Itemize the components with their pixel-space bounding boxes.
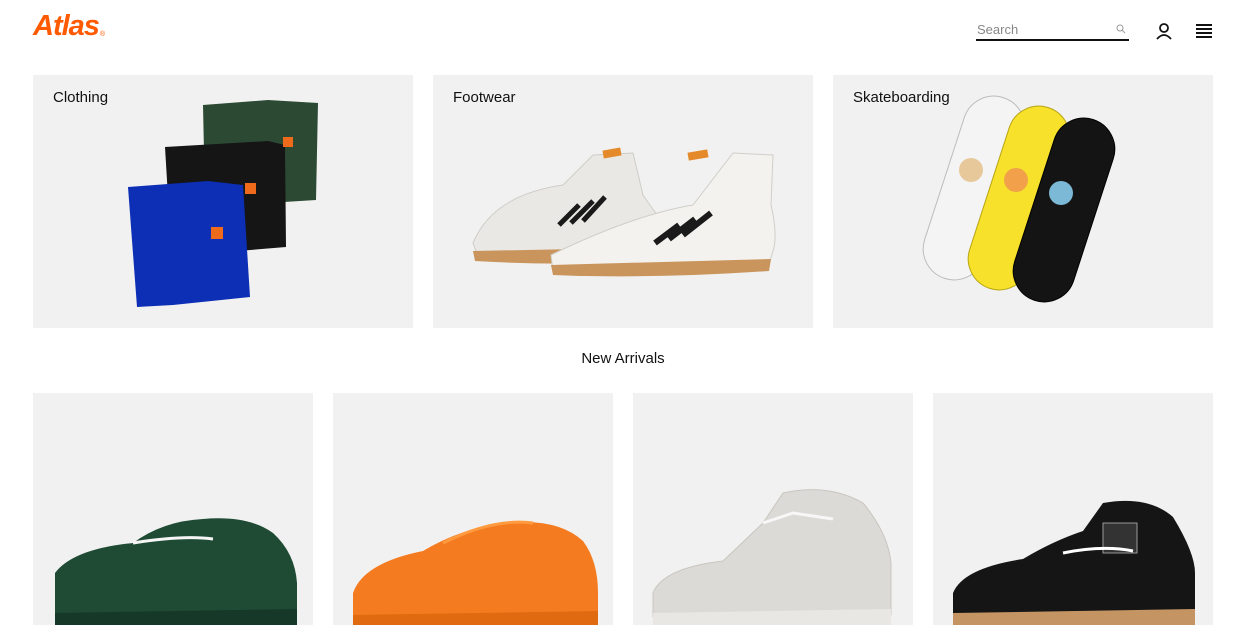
product-card[interactable]: [33, 393, 313, 625]
product-card[interactable]: [933, 393, 1213, 625]
search-icon[interactable]: [1116, 24, 1126, 34]
category-tile-clothing[interactable]: Clothing: [33, 75, 413, 328]
atlas-patch-blue: [211, 227, 223, 239]
search-input[interactable]: [976, 20, 1106, 38]
category-label: Skateboarding: [853, 89, 950, 106]
site-header: Atlas®: [0, 0, 1246, 60]
product-image-green-sneaker: [55, 518, 297, 625]
product-card[interactable]: [633, 393, 913, 625]
atlas-patch-black: [245, 183, 256, 194]
skateboarding-image: [922, 95, 1116, 303]
category-label: Footwear: [453, 89, 516, 106]
product-image-orange-sneaker: [353, 520, 598, 625]
atlas-logo[interactable]: Atlas®: [33, 10, 105, 43]
logo-registered-mark: ®: [99, 31, 105, 38]
product-image-white-sneaker: [652, 489, 892, 625]
menu-icon[interactable]: [1196, 24, 1212, 38]
atlas-patch-green: [283, 137, 293, 147]
logo-text: Atlas: [33, 10, 100, 42]
category-tile-skateboarding[interactable]: Skateboarding: [833, 75, 1213, 328]
account-icon[interactable]: [1155, 22, 1173, 40]
clothing-image: [128, 100, 318, 307]
new-arrivals-heading: New Arrivals: [581, 350, 665, 367]
category-label: Clothing: [53, 89, 109, 106]
category-tile-footwear[interactable]: Footwear: [433, 75, 813, 328]
product-image-black-sneaker: [953, 500, 1195, 625]
search-field: [976, 20, 1129, 41]
product-card[interactable]: [333, 393, 613, 625]
footwear-image: [472, 147, 776, 277]
